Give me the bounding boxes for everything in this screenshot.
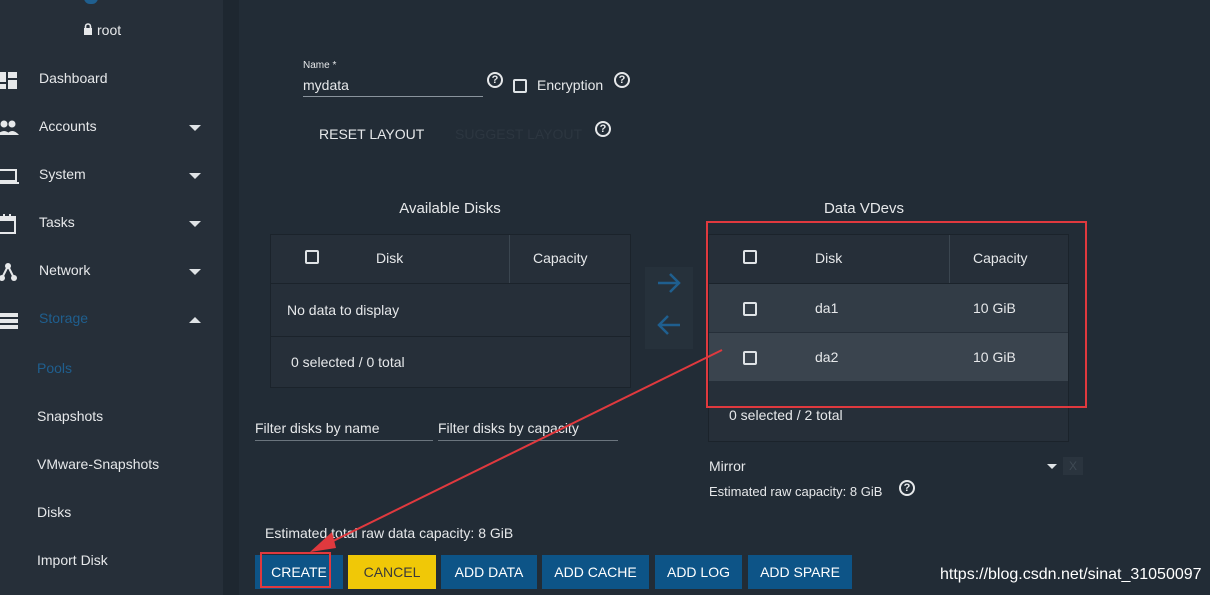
annotation-arrow [310, 349, 723, 552]
watermark: https://blog.csdn.net/sinat_31050097 [940, 566, 1202, 583]
